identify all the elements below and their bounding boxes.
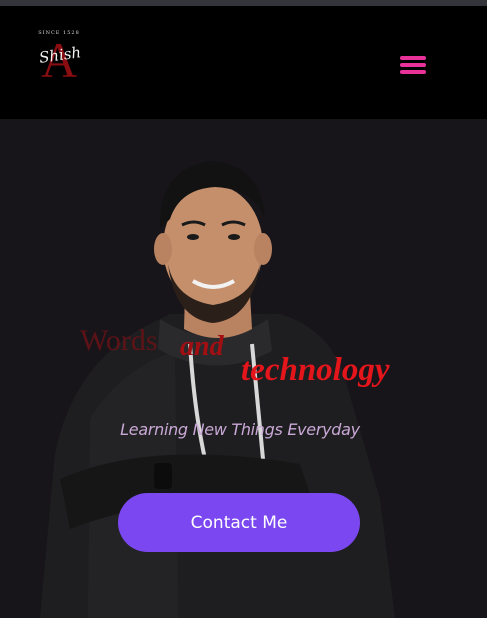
hero-section: Words and technology Learning New Things… — [0, 119, 487, 618]
menu-bar — [400, 70, 426, 74]
hamburger-menu-icon[interactable] — [396, 52, 430, 80]
headline-word-2: and — [180, 331, 224, 362]
contact-me-button[interactable]: Contact Me — [118, 493, 360, 552]
headline-word-3: technology — [241, 352, 390, 388]
menu-bar — [400, 56, 426, 60]
menu-bar — [400, 63, 426, 67]
headline-word-1: Words — [80, 324, 158, 357]
site-header: SINCE 1528 A Shish — [0, 6, 487, 119]
hero-tagline: Learning New Things Everyday — [120, 420, 360, 439]
site-logo[interactable]: SINCE 1528 A Shish — [28, 28, 90, 90]
